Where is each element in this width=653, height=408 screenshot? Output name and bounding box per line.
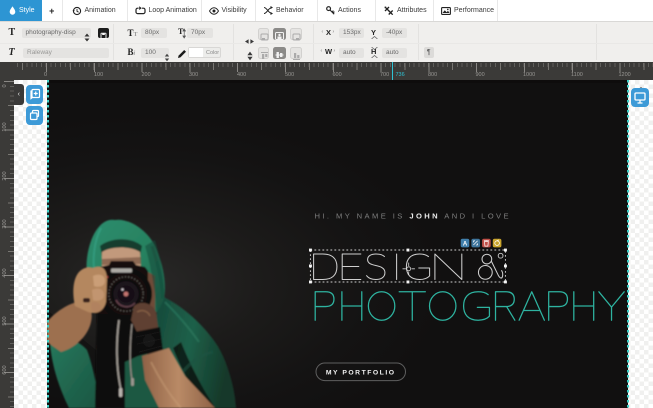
svg-text:T: T — [178, 27, 184, 36]
svg-text:HI. MY NAME IS JOHN AND I LOVE: HI. MY NAME IS JOHN AND I LOVE — [315, 212, 512, 221]
svg-text:MY PORTFOLIO: MY PORTFOLIO — [326, 370, 396, 377]
svg-text:A: A — [463, 242, 468, 248]
